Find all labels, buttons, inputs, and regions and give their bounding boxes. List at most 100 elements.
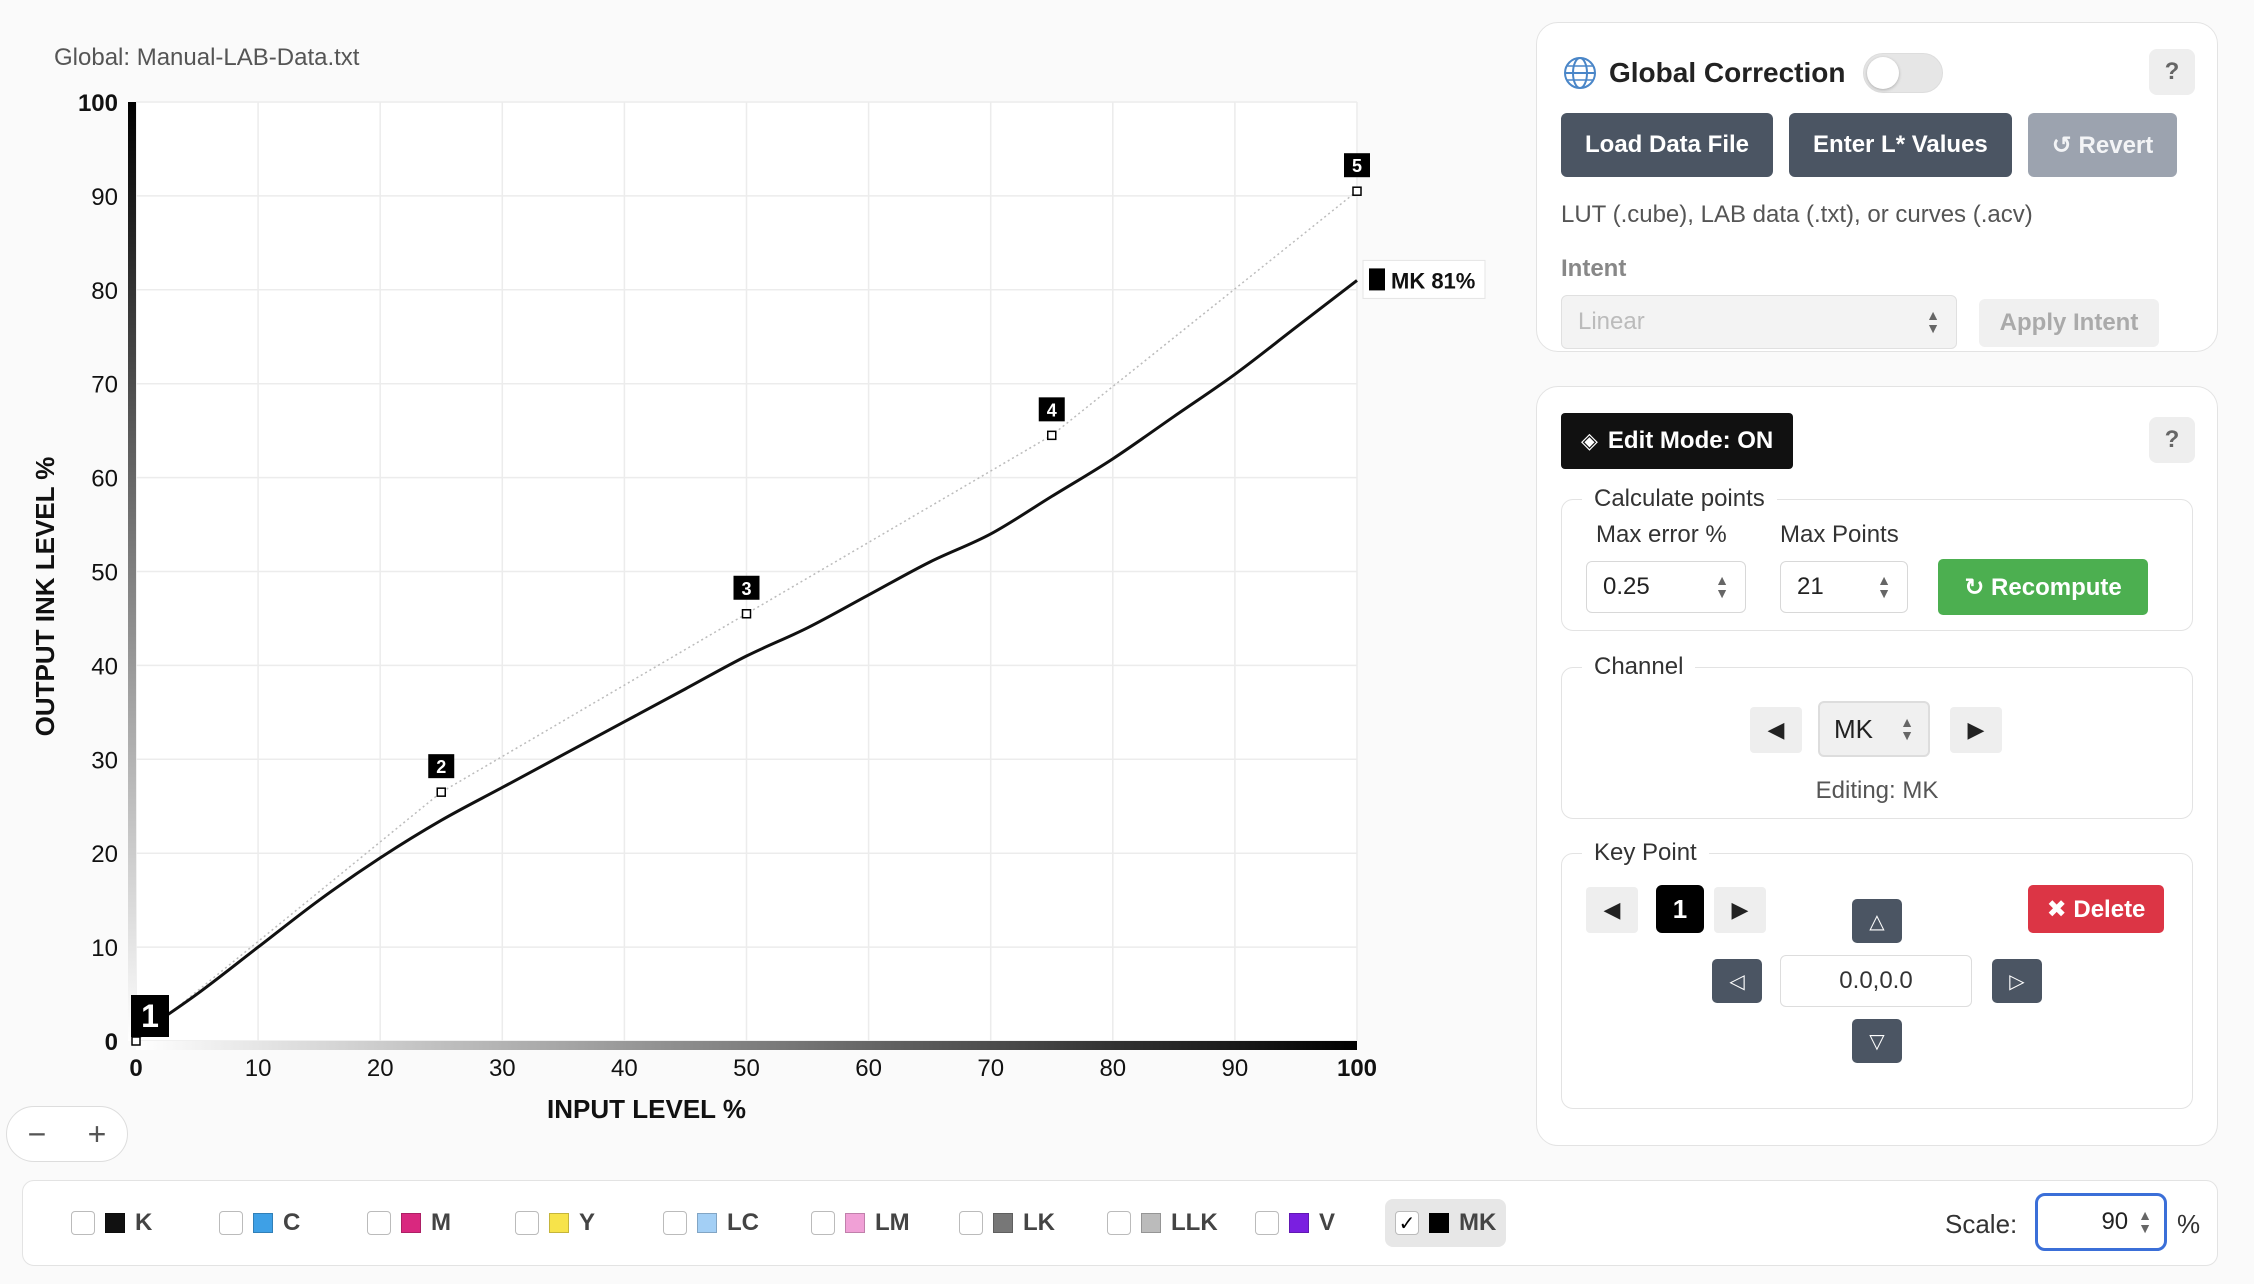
x-axis-label: INPUT LEVEL % xyxy=(547,1094,746,1124)
edit-mode-label: Edit Mode: ON xyxy=(1607,427,1774,454)
y-tick-label: 30 xyxy=(91,747,118,774)
x-tick-label: 100 xyxy=(1337,1055,1377,1082)
y-tick-label: 10 xyxy=(91,935,118,962)
x-tick-label: 90 xyxy=(1222,1055,1249,1082)
channel-checkbox[interactable] xyxy=(1255,1211,1279,1235)
zoom-in-button[interactable]: + xyxy=(88,1118,107,1150)
channel-checkbox[interactable] xyxy=(515,1211,539,1235)
key-point-label: 5 xyxy=(1352,156,1362,176)
y-tick-label: 60 xyxy=(91,466,118,493)
nudge-left-button[interactable]: ◁ xyxy=(1712,959,1762,1003)
intent-select[interactable]: Linear ▲ ▼ xyxy=(1561,295,1957,349)
y-tick-label: 70 xyxy=(91,372,118,399)
key-point-label: 1 xyxy=(141,998,159,1034)
channel-name: C xyxy=(283,1209,301,1236)
nudge-right-button[interactable]: ▷ xyxy=(1992,959,2042,1003)
channel-toggle-c[interactable]: C xyxy=(209,1199,310,1247)
next-channel-button[interactable]: ▶ xyxy=(1950,707,2002,753)
channel-toggle-y[interactable]: Y xyxy=(505,1199,605,1247)
channel-color-swatch xyxy=(845,1213,865,1233)
max-error-value: 0.25 xyxy=(1603,573,1650,600)
y-tick-label: 80 xyxy=(91,278,118,305)
max-error-input[interactable]: 0.25 ▲ ▼ xyxy=(1586,561,1746,613)
key-point-dot xyxy=(1047,430,1057,441)
channel-checkbox[interactable] xyxy=(811,1211,835,1235)
y-tick-label: 90 xyxy=(91,184,118,211)
end-label-swatch xyxy=(1369,268,1385,291)
diamond-icon: ◈ xyxy=(1581,428,1598,453)
nudge-down-button[interactable]: ▽ xyxy=(1852,1019,1902,1063)
channel-name: V xyxy=(1319,1209,1336,1236)
max-points-input[interactable]: 21 ▲ ▼ xyxy=(1780,561,1908,613)
channel-checkbox[interactable] xyxy=(219,1211,243,1235)
x-tick-label: 20 xyxy=(367,1055,394,1082)
global-help-button[interactable]: ? xyxy=(2149,49,2195,95)
channel-toggle-k[interactable]: K xyxy=(61,1199,162,1247)
scale-unit: % xyxy=(2177,1209,2201,1239)
calculate-points-group: Calculate points Max error % Max Points … xyxy=(1561,485,2193,631)
y-tick-label: 100 xyxy=(78,90,118,117)
key-point-dot xyxy=(131,1036,141,1046)
global-correction-title: Global Correction xyxy=(1609,57,1846,88)
key-point-dot xyxy=(436,787,446,797)
edit-help-button[interactable]: ? xyxy=(2149,417,2195,463)
nudge-up-button[interactable]: △ xyxy=(1852,899,1902,943)
curve-chart[interactable]: 0 10 20 30 40 50 60 70 80 90 100 0 10 20 30 40 50 60 70 80 9… xyxy=(0,0,1520,1170)
load-data-file-button[interactable]: Load Data File xyxy=(1561,113,1774,177)
prev-channel-button[interactable]: ◀ xyxy=(1750,707,1802,753)
channel-color-swatch xyxy=(253,1213,273,1233)
global-correction-toggle[interactable] xyxy=(1863,53,1944,93)
delete-key-point-button[interactable]: ✖ Delete xyxy=(2028,885,2164,933)
channel-checkbox[interactable] xyxy=(663,1211,687,1235)
prev-key-point-button[interactable]: ◀ xyxy=(1586,887,1638,933)
edit-panel: ◈ Edit Mode: ON ? Calculate points Max e… xyxy=(1536,386,2218,1146)
channel-toggle-lc[interactable]: LC xyxy=(653,1199,769,1247)
x-axis-gradient-bar xyxy=(136,1041,1357,1050)
channel-checkbox[interactable] xyxy=(1107,1211,1131,1235)
channel-name: LK xyxy=(1023,1209,1055,1236)
channel-checkbox[interactable] xyxy=(367,1211,391,1235)
global-correction-header: Global Correction xyxy=(1563,53,1944,93)
y-axis-gradient-bar xyxy=(128,102,136,1041)
channel-color-swatch xyxy=(1141,1213,1161,1233)
key-point-legend: Key Point xyxy=(1594,839,1697,866)
intent-label: Intent xyxy=(1561,255,1627,282)
channel-name: M xyxy=(431,1209,451,1236)
channel-toggle-llk[interactable]: LLK xyxy=(1097,1199,1228,1247)
x-tick-label: 50 xyxy=(733,1055,760,1082)
recompute-button[interactable]: ↻ Recompute xyxy=(1938,559,2148,615)
x-tick-label: 0 xyxy=(129,1055,142,1082)
channel-toggle-mk[interactable]: ✓ MK xyxy=(1385,1199,1507,1247)
edit-mode-button[interactable]: ◈ Edit Mode: ON xyxy=(1561,413,1794,469)
stepper-icon[interactable]: ▲ ▼ xyxy=(1715,573,1729,600)
channel-color-swatch xyxy=(401,1213,421,1233)
channel-toggle-m[interactable]: M xyxy=(357,1199,461,1247)
channel-color-swatch xyxy=(697,1213,717,1233)
channel-toggle-lm[interactable]: LM xyxy=(801,1199,920,1247)
channel-select[interactable]: MK ▲ ▼ xyxy=(1818,701,1930,757)
x-tick-label: 40 xyxy=(611,1055,638,1082)
enter-l-values-button[interactable]: Enter L* Values xyxy=(1789,113,2012,177)
channel-checkbox[interactable]: ✓ xyxy=(1395,1211,1419,1235)
channel-checkbox[interactable] xyxy=(959,1211,983,1235)
scale-input[interactable]: 90 ▲ ▼ xyxy=(2035,1193,2167,1251)
global-correction-panel: Global Correction ? Load Data File Enter… xyxy=(1536,22,2218,352)
next-key-point-button[interactable]: ▶ xyxy=(1714,887,1766,933)
channel-name: LM xyxy=(875,1209,910,1236)
apply-intent-button[interactable]: Apply Intent xyxy=(1979,299,2159,347)
channel-color-swatch xyxy=(1289,1213,1309,1233)
channel-color-swatch xyxy=(105,1213,125,1233)
zoom-out-button[interactable]: − xyxy=(28,1118,47,1150)
revert-button[interactable]: ↺ Revert xyxy=(2027,113,2178,177)
select-arrows-icon: ▲ ▼ xyxy=(1926,307,1940,336)
key-point-coordinate-input[interactable]: 0.0,0.0 xyxy=(1780,955,1972,1007)
key-point-dot xyxy=(1352,186,1362,196)
end-label-text: MK 81% xyxy=(1391,268,1475,293)
channel-toggle-lk[interactable]: LK xyxy=(949,1199,1065,1247)
channel-checkbox[interactable] xyxy=(71,1211,95,1235)
stepper-icon[interactable]: ▲ ▼ xyxy=(1877,573,1891,600)
chart-area: Global: Manual-LAB-Data.txt 0 10 20 30 40 50 6… xyxy=(0,0,1520,1170)
stepper-icon[interactable]: ▲ ▼ xyxy=(2138,1208,2152,1235)
channel-toggle-v[interactable]: V xyxy=(1245,1199,1345,1247)
x-tick-label: 70 xyxy=(977,1055,1004,1082)
